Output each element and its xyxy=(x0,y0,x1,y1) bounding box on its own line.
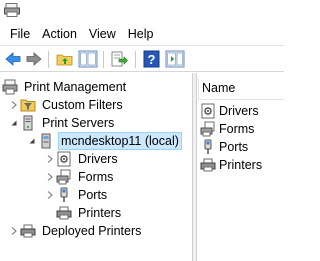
menu-view[interactable]: View xyxy=(83,24,122,44)
list-item-label: Forms xyxy=(219,122,255,136)
expand-arrow-icon[interactable] xyxy=(8,222,20,240)
tree-node-print-management[interactable]: Print Management xyxy=(2,78,128,96)
help-icon[interactable]: ? xyxy=(142,50,162,68)
expand-arrow-icon[interactable] xyxy=(44,168,56,186)
tree-node-printers[interactable]: Printers xyxy=(56,204,123,222)
list-item-printers[interactable]: Printers xyxy=(200,156,262,174)
computer-icon xyxy=(41,133,51,149)
menu-bar: File Action View Help xyxy=(0,24,284,44)
printer-icon xyxy=(56,206,72,220)
result-list[interactable]: Name Drivers Forms Ports Printers xyxy=(198,73,284,261)
export-list-icon[interactable] xyxy=(109,50,129,68)
toolbar-separator xyxy=(135,51,136,68)
printer-icon xyxy=(200,158,216,172)
expand-arrow-icon[interactable] xyxy=(8,96,20,114)
server-icon xyxy=(23,115,33,131)
drivers-icon xyxy=(201,103,215,119)
tree-label: Forms xyxy=(78,170,114,184)
ports-icon xyxy=(60,187,68,202)
tree-node-custom-filters[interactable]: Custom Filters xyxy=(8,96,125,114)
tree-label: Deployed Printers xyxy=(42,224,142,238)
title-bar xyxy=(0,0,284,22)
deployed-printers-icon xyxy=(20,224,36,238)
menu-file[interactable]: File xyxy=(4,24,36,44)
tree-label: Ports xyxy=(78,188,108,202)
expand-arrow-icon[interactable] xyxy=(44,150,56,168)
forms-icon xyxy=(200,121,215,137)
show-hide-tree-icon[interactable] xyxy=(78,50,98,68)
column-header-name[interactable]: Name xyxy=(202,81,235,95)
drivers-icon xyxy=(57,151,71,167)
list-item-ports[interactable]: Ports xyxy=(200,138,248,156)
tree-node-drivers[interactable]: Drivers xyxy=(44,150,120,168)
tree-label: Print Management xyxy=(24,80,127,94)
list-item-label: Printers xyxy=(219,158,263,172)
tree-node-print-servers[interactable]: Print Servers xyxy=(8,114,116,132)
tree-node-deployed-printers[interactable]: Deployed Printers xyxy=(8,222,143,240)
up-folder-icon[interactable] xyxy=(55,50,75,68)
ports-icon xyxy=(204,139,212,154)
column-separator xyxy=(198,78,199,100)
print-management-app-icon xyxy=(4,3,20,17)
tree-label: mcndesktop11 (local) xyxy=(58,132,182,150)
expand-arrow-icon[interactable] xyxy=(44,186,56,204)
toolbar-separator xyxy=(103,51,104,68)
print-management-icon xyxy=(2,79,18,95)
pane-splitter[interactable] xyxy=(193,73,197,261)
menu-help[interactable]: Help xyxy=(122,24,160,44)
tree-label: Custom Filters xyxy=(42,98,123,112)
tree-label: Drivers xyxy=(78,152,118,166)
tree-node-forms[interactable]: Forms xyxy=(44,168,115,186)
list-header: Name xyxy=(198,78,284,100)
tree-label: Print Servers xyxy=(42,116,115,130)
console-tree[interactable]: Print Management Custom Filters Print Se… xyxy=(0,73,193,261)
toolbar: ? xyxy=(0,45,284,72)
tree-label: Printers xyxy=(78,206,122,220)
toolbar-separator xyxy=(48,51,49,68)
tree-node-server-local[interactable]: mcndesktop11 (local) xyxy=(26,132,182,150)
list-item-drivers[interactable]: Drivers xyxy=(200,102,259,120)
list-item-forms[interactable]: Forms xyxy=(200,120,254,138)
forward-icon[interactable] xyxy=(24,50,44,68)
svg-text:?: ? xyxy=(148,52,156,67)
collapse-arrow-icon[interactable] xyxy=(8,114,20,132)
collapse-arrow-icon[interactable] xyxy=(26,132,38,150)
tree-node-ports[interactable]: Ports xyxy=(44,186,109,204)
forms-icon xyxy=(56,169,71,185)
list-item-label: Drivers xyxy=(219,104,259,118)
list-item-label: Ports xyxy=(219,140,249,154)
back-icon[interactable] xyxy=(3,50,23,68)
menu-action[interactable]: Action xyxy=(36,24,83,44)
filter-folder-icon xyxy=(20,99,36,112)
show-hide-action-pane-icon[interactable] xyxy=(165,50,185,68)
